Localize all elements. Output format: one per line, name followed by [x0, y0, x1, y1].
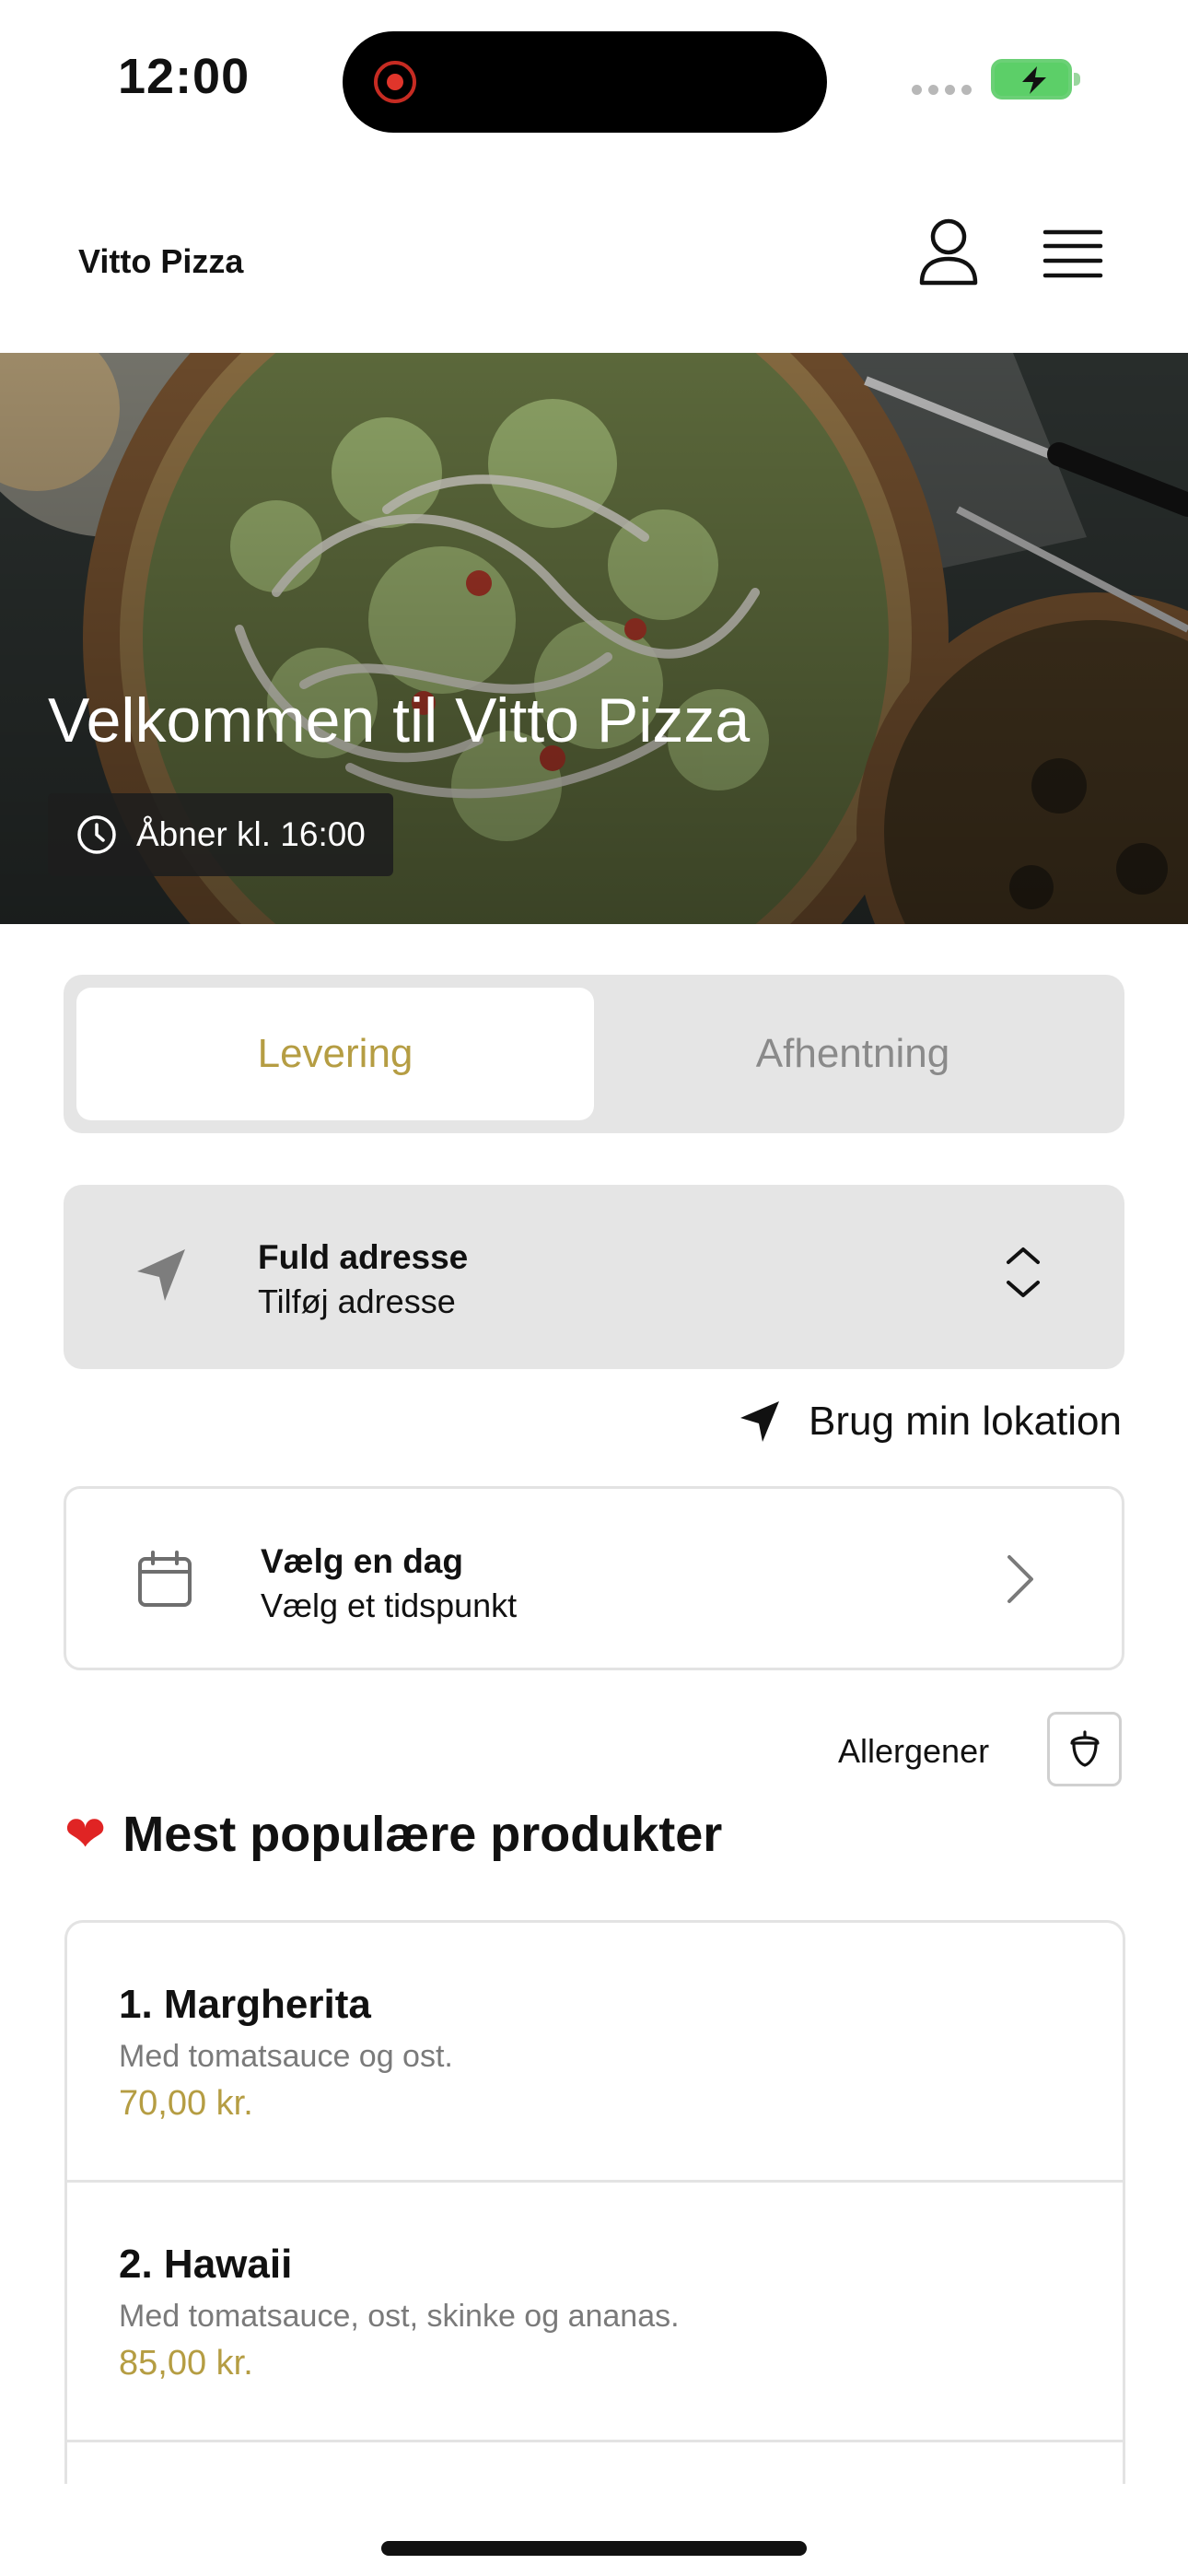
- date-time-selector[interactable]: Vælg en dag Vælg et tidspunkt: [64, 1486, 1124, 1670]
- dynamic-island: [343, 31, 827, 133]
- calendar-icon: [138, 1551, 192, 1607]
- address-subtitle: Tilføj adresse: [258, 1282, 456, 1320]
- product-description: Med tomatsauce og ost.: [119, 2039, 453, 2074]
- navigation-arrow-icon: [740, 1401, 780, 1442]
- home-indicator[interactable]: [381, 2541, 807, 2556]
- schedule-title: Vælg en dag: [261, 1542, 463, 1580]
- acorn-icon: [1069, 1729, 1100, 1767]
- menu-icon: [1042, 229, 1103, 278]
- product-item[interactable]: 1. Margherita Med tomatsauce og ost. 70,…: [67, 1923, 1123, 2183]
- status-time: 12:00: [118, 49, 250, 104]
- popular-products-list: 1. Margherita Med tomatsauce og ost. 70,…: [64, 1920, 1125, 2484]
- hero-title: Velkommen til Vitto Pizza: [48, 685, 751, 755]
- clock-icon: [77, 815, 116, 854]
- tab-pickup[interactable]: Afhentning: [594, 988, 1112, 1120]
- product-price: 85,00 kr.: [119, 2344, 253, 2383]
- opening-hours-badge: Åbner kl. 16:00: [48, 793, 393, 876]
- menu-button[interactable]: [1042, 228, 1103, 283]
- brand-name[interactable]: Vitto Pizza: [78, 242, 243, 281]
- hero-banner: Velkommen til Vitto Pizza Åbner kl. 16:0…: [0, 353, 1188, 924]
- app-header: Vitto Pizza: [0, 161, 1188, 353]
- use-my-location-label: Brug min lokation: [809, 1399, 1122, 1444]
- popular-products-heading: ❤ Mest populære produkter: [64, 1806, 722, 1863]
- status-bar: 12:00: [0, 0, 1188, 161]
- product-item[interactable]: 2. Hawaii Med tomatsauce, ost, skinke og…: [67, 2183, 1123, 2442]
- up-down-chevron-icon: [1007, 1247, 1040, 1297]
- use-my-location-button[interactable]: Brug min lokation: [739, 1399, 1122, 1445]
- location-arrow-icon: [137, 1249, 185, 1301]
- user-icon: [919, 218, 978, 286]
- tab-delivery[interactable]: Levering: [76, 988, 594, 1120]
- chevron-right-icon: [1007, 1555, 1033, 1603]
- address-title: Fuld adresse: [258, 1238, 469, 1276]
- battery-charging-icon: [991, 59, 1080, 100]
- heart-icon: ❤: [64, 1807, 107, 1862]
- opening-hours-text: Åbner kl. 16:00: [136, 815, 366, 853]
- product-name: 1. Margherita: [119, 1982, 371, 2027]
- popular-heading-text: Mest populære produkter: [122, 1807, 723, 1862]
- cellular-signal-icon: [912, 85, 972, 95]
- product-price: 70,00 kr.: [119, 2084, 253, 2123]
- allergens-label: Allergener: [838, 1732, 990, 1770]
- product-name: 2. Hawaii: [119, 2242, 293, 2287]
- allergens-button[interactable]: [1047, 1712, 1122, 1786]
- address-selector[interactable]: Fuld adresse Tilføj adresse: [64, 1185, 1124, 1369]
- profile-button[interactable]: [916, 217, 981, 290]
- recording-indicator-icon: [374, 61, 416, 103]
- schedule-subtitle: Vælg et tidspunkt: [261, 1587, 518, 1624]
- product-description: Med tomatsauce, ost, skinke og ananas.: [119, 2299, 680, 2334]
- order-mode-toggle: Levering Afhentning: [64, 975, 1124, 1133]
